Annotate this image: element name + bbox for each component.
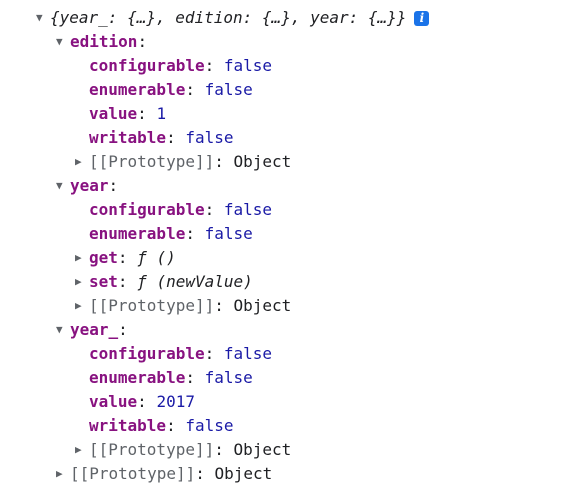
- property-key: enumerable: [89, 80, 186, 99]
- collapse-triangle-icon[interactable]: [56, 462, 70, 486]
- property-value: false: [204, 224, 253, 243]
- property-key: enumerable: [89, 224, 186, 243]
- property-key: enumerable: [89, 368, 186, 387]
- getter-value: ƒ (): [137, 248, 176, 267]
- prototype-value: Object: [233, 440, 292, 459]
- property-row: enumerable: false: [89, 368, 253, 387]
- property-value: false: [223, 56, 273, 75]
- property-row-year_[interactable]: year_:: [56, 318, 128, 342]
- property-key: configurable: [89, 56, 205, 75]
- prototype-key: [[Prototype]]: [89, 296, 215, 315]
- setter-value: ƒ (newValue): [137, 272, 253, 291]
- property-key: writable: [89, 416, 167, 435]
- property-row: configurable: false: [89, 56, 273, 75]
- property-value: false: [185, 416, 234, 435]
- collapse-triangle-icon[interactable]: [75, 270, 89, 294]
- property-value: 2017: [156, 392, 195, 411]
- property-key: value: [89, 392, 138, 411]
- property-row-year[interactable]: year:: [56, 174, 118, 198]
- collapse-triangle-icon[interactable]: [75, 294, 89, 318]
- prototype-row[interactable]: [[Prototype]]: Object: [75, 150, 291, 174]
- property-row: configurable: false: [89, 344, 273, 363]
- getter-row[interactable]: get: ƒ (): [75, 246, 176, 270]
- expand-triangle-icon[interactable]: [56, 174, 70, 198]
- setter-row[interactable]: set: ƒ (newValue): [75, 270, 253, 294]
- prototype-key: [[Prototype]]: [89, 440, 215, 459]
- collapse-triangle-icon[interactable]: [75, 438, 89, 462]
- property-value: false: [223, 344, 273, 363]
- property-row: value: 2017: [89, 392, 195, 411]
- getter-key: get: [89, 248, 118, 267]
- prototype-value: Object: [214, 464, 273, 483]
- property-key: edition: [70, 32, 138, 51]
- expand-triangle-icon[interactable]: [36, 6, 50, 30]
- property-row: enumerable: false: [89, 224, 253, 243]
- property-key: year: [70, 176, 109, 195]
- property-value: false: [204, 368, 253, 387]
- prototype-row[interactable]: [[Prototype]]: Object: [75, 438, 291, 462]
- setter-key: set: [89, 272, 118, 291]
- property-row: value: 1: [89, 104, 167, 123]
- property-row: writable: false: [89, 416, 234, 435]
- console-object-tree: {year_: {…}, edition: {…}, year: {…}} i e…: [0, 0, 583, 490]
- property-key: value: [89, 104, 138, 123]
- property-row-edition[interactable]: edition:: [56, 30, 147, 54]
- property-key: configurable: [89, 344, 205, 363]
- property-value: 1: [156, 104, 167, 123]
- prototype-value: Object: [233, 152, 292, 171]
- prototype-row[interactable]: [[Prototype]]: Object: [75, 294, 291, 318]
- property-value: false: [204, 80, 253, 99]
- property-value: false: [185, 128, 234, 147]
- property-key: writable: [89, 128, 167, 147]
- collapse-triangle-icon[interactable]: [75, 150, 89, 174]
- property-value: false: [223, 200, 273, 219]
- expand-triangle-icon[interactable]: [56, 318, 70, 342]
- prototype-value: Object: [233, 296, 292, 315]
- expand-triangle-icon[interactable]: [56, 30, 70, 54]
- property-key: year_: [70, 320, 119, 339]
- property-row: writable: false: [89, 128, 234, 147]
- property-row: configurable: false: [89, 200, 273, 219]
- prototype-key: [[Prototype]]: [89, 152, 215, 171]
- prototype-key: [[Prototype]]: [70, 464, 196, 483]
- object-summary: {year_: {…}, edition: {…}, year: {…}}: [50, 8, 407, 27]
- property-key: configurable: [89, 200, 205, 219]
- info-icon[interactable]: i: [414, 11, 430, 26]
- root-object-row[interactable]: {year_: {…}, edition: {…}, year: {…}} i: [36, 6, 430, 30]
- collapse-triangle-icon[interactable]: [75, 246, 89, 270]
- property-row: enumerable: false: [89, 80, 253, 99]
- root-prototype-row[interactable]: [[Prototype]]: Object: [56, 462, 272, 486]
